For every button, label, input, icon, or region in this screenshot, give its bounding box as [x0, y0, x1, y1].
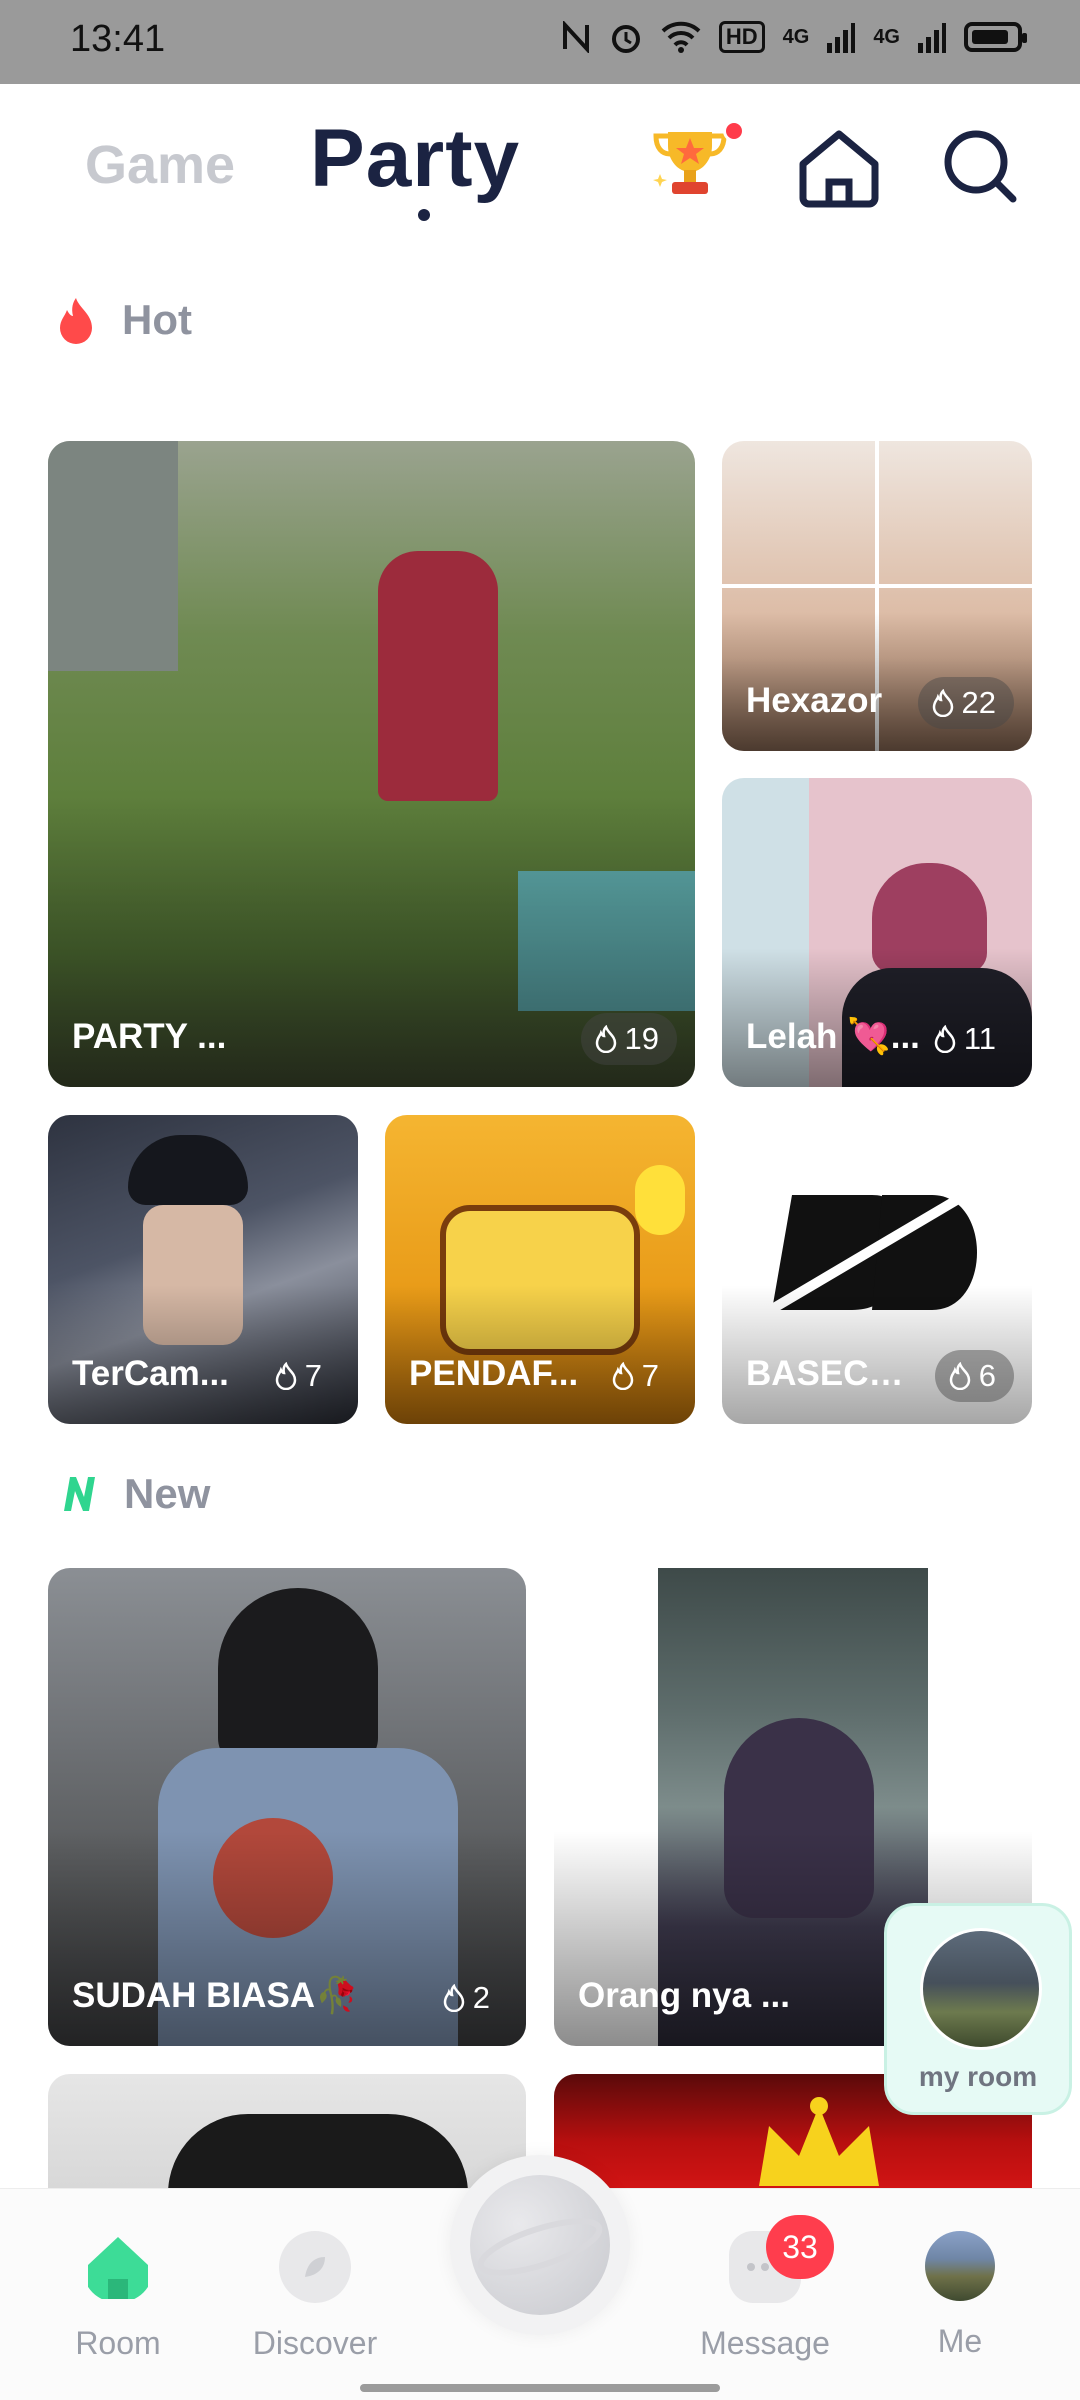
new-section-header: New [56, 1470, 210, 1518]
heat-count: 22 [917, 677, 1014, 729]
flame-icon [443, 1984, 465, 2012]
signal-icon-2 [918, 23, 946, 53]
hot-section-header: Hot [56, 296, 192, 344]
heat-count: 19 [580, 1013, 677, 1065]
room-title: SUDAH BIASA🥀 [72, 1976, 359, 2015]
room-image-divider-h [722, 584, 1032, 588]
nav-room[interactable]: Room [38, 2231, 198, 2362]
room-title: Orang nya ... [578, 1976, 790, 2015]
fire-icon [60, 298, 92, 344]
room-image-detail [168, 2114, 468, 2188]
hot-room-card[interactable]: TerCam... 7 [48, 1115, 358, 1424]
room-image-detail [218, 1588, 378, 1768]
search-icon[interactable] [940, 126, 1020, 206]
planet-button[interactable] [450, 2155, 630, 2335]
heat-count: 7 [261, 1350, 340, 1402]
nav-room-label: Room [75, 2325, 161, 2361]
alarm-icon [611, 25, 640, 53]
nfc-icon [562, 21, 589, 53]
signal-icon [827, 23, 856, 53]
room-title: PARTY ... [72, 1017, 227, 1056]
my-room-label: my room [918, 2061, 1038, 2092]
flame-icon [595, 1025, 616, 1053]
planet-icon [470, 2175, 610, 2315]
status-time: 13:41 [70, 18, 166, 60]
hot-room-card[interactable]: PENDAF... 7 [385, 1115, 695, 1424]
hd-badge: HD [718, 21, 765, 53]
heat-count: 6 [934, 1350, 1014, 1402]
room-icon [88, 2237, 148, 2299]
message-badge: 33 [766, 2215, 834, 2279]
flame-icon [275, 1362, 297, 1390]
flame-icon [934, 1025, 956, 1053]
nav-me-label: Me [937, 2323, 983, 2359]
status-icons: HD 4G 4G [561, 20, 1027, 54]
room-title: Lelah 💘... [746, 1017, 920, 1056]
battery-icon [964, 22, 1027, 52]
active-tab-indicator [418, 209, 430, 221]
status-bar: 13:41 HD 4G 4G [0, 0, 1080, 84]
heat-value: 2 [472, 1980, 490, 2015]
flame-icon [612, 1362, 634, 1390]
hot-room-card[interactable]: PARTY ... 19 [48, 441, 695, 1087]
hot-room-card[interactable]: Lelah 💘... 11 [722, 778, 1032, 1087]
room-title: TerCam... [72, 1354, 229, 1393]
wifi-icon [661, 21, 701, 53]
heat-count: 7 [598, 1350, 677, 1402]
room-image-detail-2 [635, 1165, 685, 1235]
hot-title: Hot [122, 296, 192, 343]
nav-me[interactable]: Me [880, 2231, 1040, 2360]
new-badge-icon [64, 1477, 95, 1511]
heat-value: 19 [624, 1021, 659, 1056]
new-room-card[interactable]: SUDAH BIASA🥀 2 [48, 1568, 526, 2046]
room-image-detail [378, 551, 498, 801]
my-room-button[interactable]: my room [884, 1903, 1072, 2115]
discover-icon [279, 2231, 351, 2303]
hot-room-card[interactable]: Hexazor 22 [722, 441, 1032, 751]
heat-value: 11 [963, 1021, 996, 1056]
heat-value: 7 [641, 1358, 659, 1393]
nav-discover-label: Discover [252, 2325, 378, 2361]
top-header: Game Party [0, 84, 1080, 234]
hot-room-card[interactable]: BASECA... 6 [722, 1115, 1032, 1424]
flame-icon [932, 689, 953, 717]
new-title: New [124, 1470, 211, 1517]
flame-icon [949, 1362, 971, 1390]
nav-discover[interactable]: Discover [235, 2231, 395, 2362]
heat-count: 11 [920, 1013, 1014, 1065]
tab-game[interactable]: Game [85, 134, 235, 196]
room-title: BASECA... [746, 1354, 921, 1393]
heat-value: 22 [961, 685, 996, 720]
heat-value: 7 [304, 1358, 322, 1393]
room-title: Hexazor [746, 681, 883, 720]
home-indicator[interactable] [360, 2384, 720, 2392]
room-image-detail [128, 1135, 248, 1205]
crown-icon [759, 2097, 879, 2186]
notification-dot [723, 120, 745, 142]
nav-message-label: Message [700, 2325, 830, 2361]
new-room-card[interactable] [48, 2074, 526, 2188]
room-title: PENDAF... [409, 1354, 579, 1393]
network-label: 4G [782, 25, 810, 48]
heat-count: 2 [429, 1972, 508, 2024]
network-label-2: 4G [873, 25, 900, 48]
home-icon[interactable] [795, 126, 883, 210]
room-image [48, 441, 178, 671]
heat-value: 6 [978, 1358, 996, 1393]
trophy-icon[interactable] [650, 124, 730, 200]
profile-avatar [925, 2231, 995, 2301]
my-room-avatar [920, 1928, 1042, 2050]
tab-party[interactable]: Party [310, 112, 520, 206]
